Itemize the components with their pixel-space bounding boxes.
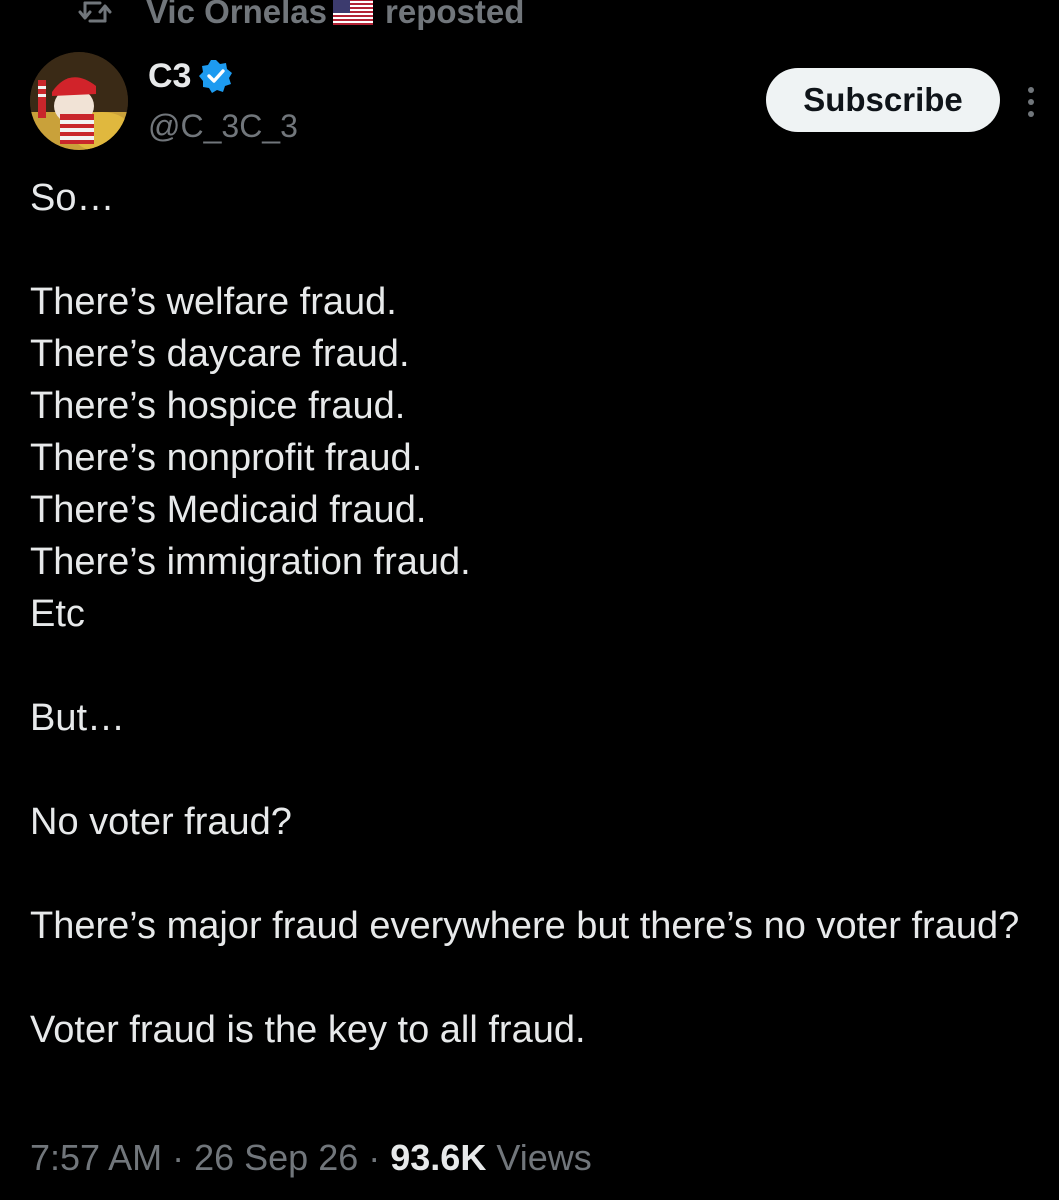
tweet-text: So… There’s welfare fraud. There’s dayca… xyxy=(30,172,1050,1056)
tweet-date[interactable]: 26 Sep 26 xyxy=(194,1137,358,1179)
repost-icon xyxy=(78,1,112,23)
author-name-row[interactable]: C3 xyxy=(148,54,233,98)
tweet-line xyxy=(30,640,1050,692)
tweet-line: There’s major fraud everywhere but there… xyxy=(30,905,1020,947)
reposter-name[interactable]: Vic Ornelas xyxy=(146,0,327,31)
tweet-line xyxy=(30,744,1050,796)
tweet-line: There’s immigration fraud. xyxy=(30,541,471,583)
author-display-name[interactable]: C3 xyxy=(148,57,191,96)
tweet-time[interactable]: 7:57 AM xyxy=(30,1137,162,1179)
tweet-line xyxy=(30,848,1050,900)
views-label[interactable]: Views xyxy=(496,1137,591,1179)
subscribe-button[interactable]: Subscribe xyxy=(766,68,1000,132)
tweet-line: There’s hospice fraud. xyxy=(30,385,406,427)
avatar-image xyxy=(30,52,128,150)
repost-label: reposted xyxy=(385,0,525,30)
us-flag-icon xyxy=(333,0,374,25)
more-vertical-icon[interactable] xyxy=(1020,82,1042,122)
tweet-line xyxy=(30,224,1050,276)
verified-badge-icon xyxy=(199,60,233,93)
separator-dot: · xyxy=(368,1137,381,1178)
tweet-line: There’s daycare fraud. xyxy=(30,333,410,375)
repost-context: Vic Ornelas reposted xyxy=(78,0,524,34)
avatar[interactable] xyxy=(30,52,128,150)
separator-dot: · xyxy=(172,1137,185,1178)
tweet-line: There’s nonprofit fraud. xyxy=(30,437,423,479)
tweet-line: Etc xyxy=(30,593,85,635)
tweet-line: So… xyxy=(30,177,115,219)
tweet-line: No voter fraud? xyxy=(30,801,292,843)
tweet-line: There’s welfare fraud. xyxy=(30,281,397,323)
author-handle[interactable]: @C_3C_3 xyxy=(148,108,298,145)
tweet-line: Voter fraud is the key to all fraud. xyxy=(30,1009,586,1051)
tweet-line: But… xyxy=(30,697,126,739)
views-count[interactable]: 93.6K xyxy=(390,1137,486,1179)
tweet-line xyxy=(30,952,1050,1004)
tweet-meta: 7:57 AM · 26 Sep 26 · 93.6K Views xyxy=(30,1133,592,1183)
tweet-line: There’s Medicaid fraud. xyxy=(30,489,427,531)
